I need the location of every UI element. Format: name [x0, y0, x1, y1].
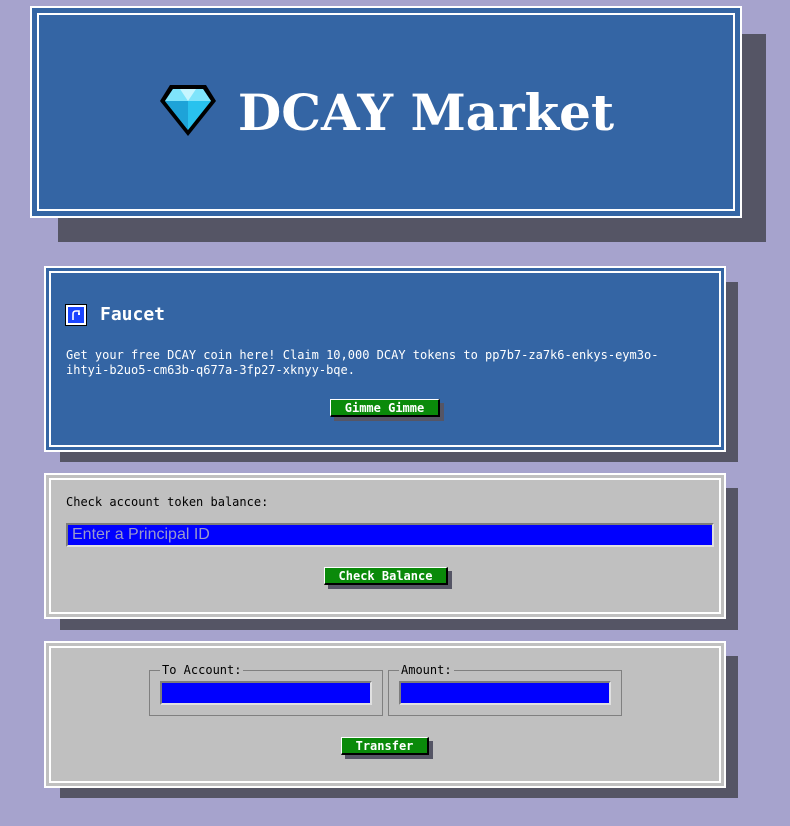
transfer-panel: To Account: Amount: Transfer: [44, 641, 726, 788]
header-panel: DCAY Market: [30, 6, 742, 218]
transfer-button[interactable]: Transfer: [341, 737, 429, 755]
to-account-input[interactable]: [160, 681, 372, 705]
faucet-title: Faucet: [100, 304, 166, 325]
amount-legend: Amount:: [401, 663, 452, 677]
to-account-legend: To Account:: [162, 663, 242, 677]
balance-label: Check account token balance:: [66, 495, 269, 509]
gimme-gimme-button[interactable]: Gimme Gimme: [330, 399, 440, 417]
amount-input[interactable]: [399, 681, 611, 705]
diamond-icon: [158, 81, 218, 143]
title-row: DCAY Market: [32, 8, 740, 216]
page-title: DCAY Market: [237, 82, 615, 142]
faucet-heading: Faucet: [65, 303, 166, 326]
faucet-panel: Faucet Get your free DCAY coin here! Cla…: [44, 266, 726, 452]
principal-id-input[interactable]: [66, 523, 714, 547]
faucet-description: Get your free DCAY coin here! Claim 10,0…: [66, 348, 659, 377]
balance-panel: Check account token balance: Check Balan…: [44, 473, 726, 619]
faucet-icon: [65, 303, 87, 326]
check-balance-button[interactable]: Check Balance: [324, 567, 448, 585]
transfer-button-label: Transfer: [355, 738, 414, 753]
